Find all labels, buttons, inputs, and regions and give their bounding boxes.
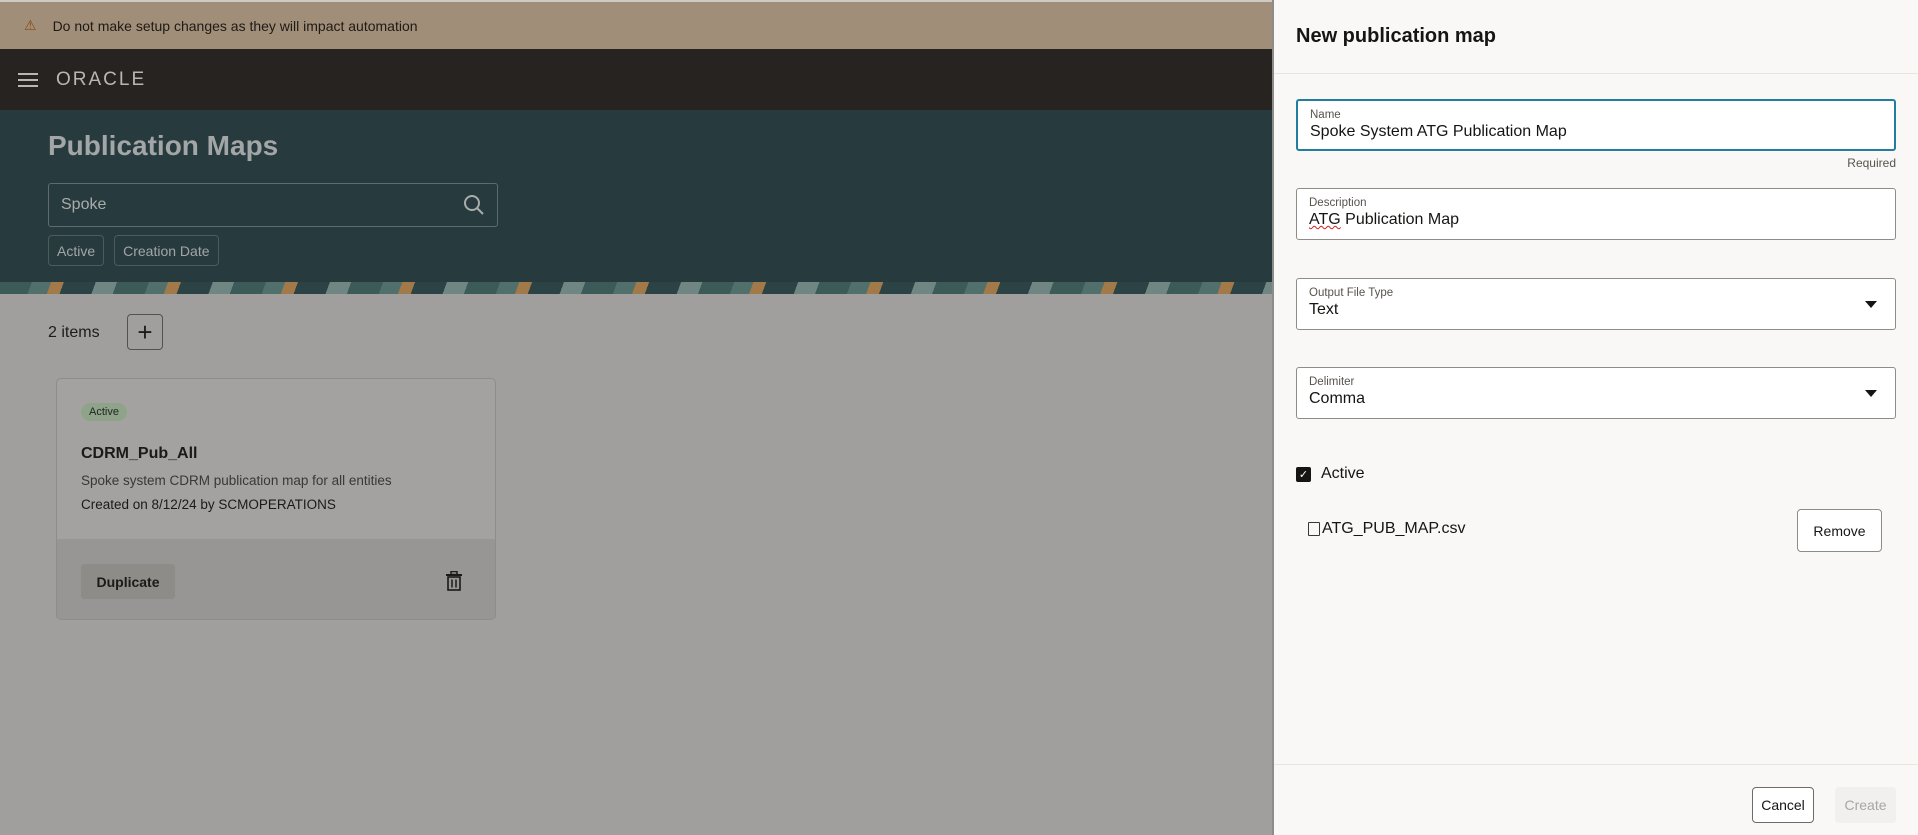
file-name: ATG_PUB_MAP.csv — [1322, 520, 1466, 537]
trash-icon[interactable] — [445, 570, 463, 591]
delimiter-label: Delimiter — [1309, 376, 1355, 388]
filter-chip-creation-date[interactable]: Creation Date — [114, 235, 219, 266]
warning-banner: ⚠ Do not make setup changes as they will… — [0, 0, 1272, 49]
warning-icon: ⚠ — [24, 17, 37, 33]
description-field[interactable]: Description ATG Publication Map — [1296, 188, 1896, 240]
delimiter-select[interactable]: Delimiter Comma — [1296, 367, 1896, 419]
output-file-type-value[interactable]: Text — [1309, 301, 1883, 319]
csv-file-icon — [1308, 522, 1320, 536]
name-value[interactable]: Spoke System ATG Publication Map — [1310, 123, 1882, 141]
card-description: Spoke system CDRM publication map for al… — [81, 473, 392, 488]
create-button[interactable]: Create — [1835, 787, 1896, 823]
main-content: 2 items + Active CDRM_Pub_All Spoke syst… — [0, 294, 1272, 835]
top-navbar: ORACLE — [0, 49, 1272, 110]
new-publication-map-drawer: New publication map Name Spoke System AT… — [1272, 0, 1918, 835]
output-file-type-label: Output File Type — [1309, 287, 1394, 299]
search-value[interactable]: Spoke — [61, 196, 463, 214]
uploaded-file: ATG_PUB_MAP.csv — [1308, 520, 1465, 538]
chevron-down-icon[interactable] — [1865, 390, 1877, 397]
page: ⚠ Do not make setup changes as they will… — [0, 0, 1918, 835]
name-field[interactable]: Name Spoke System ATG Publication Map — [1296, 99, 1896, 151]
filter-chips: Active Creation Date — [48, 235, 219, 266]
chevron-down-icon[interactable] — [1865, 301, 1877, 308]
active-checkbox[interactable]: ✓ Active — [1296, 465, 1365, 483]
description-value-rest: Publication Map — [1340, 211, 1459, 228]
cancel-button[interactable]: Cancel — [1752, 787, 1814, 823]
name-label: Name — [1310, 109, 1341, 121]
plus-icon: + — [137, 316, 153, 347]
checkbox-checked-icon[interactable]: ✓ — [1296, 466, 1311, 482]
drawer-title: New publication map — [1274, 0, 1918, 74]
card-footer: Duplicate — [57, 539, 495, 619]
description-value[interactable]: ATG Publication Map — [1309, 211, 1883, 229]
drawer-footer: Cancel Create — [1274, 764, 1918, 835]
warning-text: Do not make setup changes as they will i… — [52, 17, 418, 34]
status-badge: Active — [81, 403, 127, 421]
duplicate-button[interactable]: Duplicate — [81, 564, 175, 599]
page-title: Publication Maps — [48, 130, 279, 161]
remove-file-button[interactable]: Remove — [1797, 509, 1882, 552]
card-title[interactable]: CDRM_Pub_All — [81, 445, 197, 463]
decorative-banner-strip — [0, 282, 1272, 294]
spellcheck-flagged-word: ATG — [1309, 211, 1341, 228]
item-count: 2 items — [48, 324, 100, 341]
search-input[interactable]: Spoke — [48, 183, 498, 227]
required-hint: Required — [1847, 156, 1896, 170]
active-label: Active — [1321, 465, 1365, 482]
filter-chip-active[interactable]: Active — [48, 235, 105, 266]
hamburger-menu-icon[interactable] — [18, 72, 38, 87]
add-button[interactable]: + — [127, 314, 163, 350]
oracle-logo: ORACLE — [56, 68, 147, 90]
description-label: Description — [1309, 197, 1367, 209]
card-created-info: Created on 8/12/24 by SCMOPERATIONS — [81, 497, 336, 512]
publication-map-card[interactable]: Active CDRM_Pub_All Spoke system CDRM pu… — [56, 378, 496, 620]
search-icon[interactable] — [463, 194, 485, 216]
delimiter-value[interactable]: Comma — [1309, 390, 1883, 408]
output-file-type-select[interactable]: Output File Type Text — [1296, 278, 1896, 330]
page-header: Publication Maps Spoke Active Creation D… — [0, 110, 1272, 282]
